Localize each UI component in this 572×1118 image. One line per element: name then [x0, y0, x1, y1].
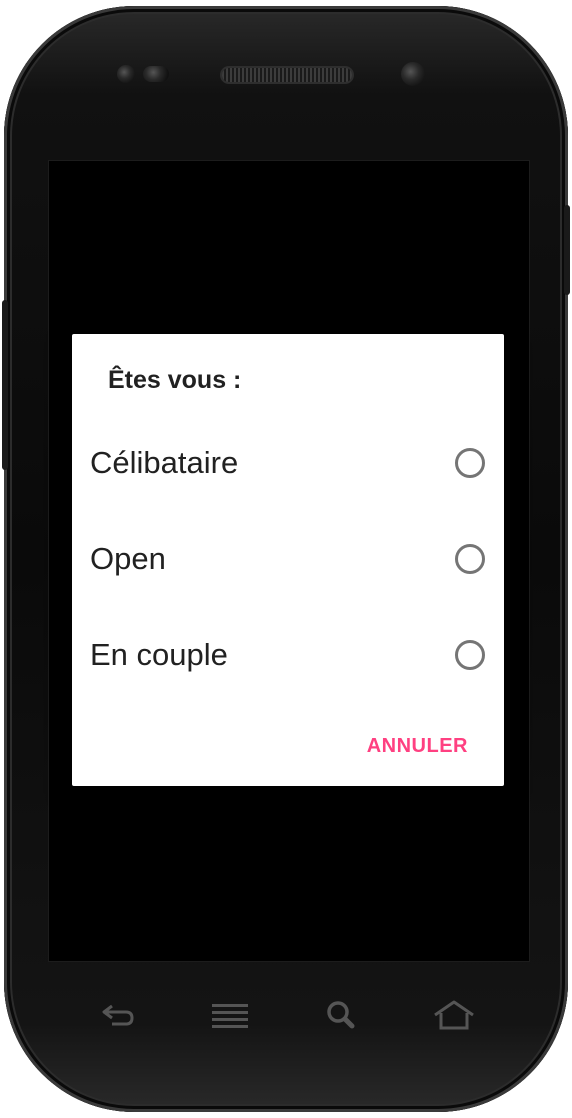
volume-button: [2, 300, 8, 470]
back-icon: [102, 1004, 134, 1026]
earpiece-speaker: [222, 68, 352, 82]
choice-dialog: Êtes vous : Célibataire Open En couple A…: [72, 334, 504, 786]
radio-button[interactable]: [455, 640, 485, 670]
back-key[interactable]: [88, 990, 148, 1040]
front-camera-icon: [401, 62, 425, 86]
option-celibataire[interactable]: Célibataire: [72, 415, 504, 511]
search-key[interactable]: [312, 990, 372, 1040]
radio-button[interactable]: [455, 544, 485, 574]
option-label: Open: [90, 541, 166, 576]
power-button: [564, 205, 570, 295]
option-en-couple[interactable]: En couple: [72, 607, 504, 703]
menu-key[interactable]: [200, 990, 260, 1040]
option-label: En couple: [90, 637, 228, 672]
dialog-title: Êtes vous :: [108, 366, 242, 394]
radio-button[interactable]: [455, 448, 485, 478]
proximity-sensor-icon: [117, 65, 135, 83]
search-icon: [327, 1001, 355, 1029]
cancel-button[interactable]: ANNULER: [351, 726, 484, 766]
home-key[interactable]: [424, 990, 484, 1040]
light-sensor-icon: [143, 66, 169, 82]
option-label: Célibataire: [90, 445, 239, 480]
option-open[interactable]: Open: [72, 511, 504, 607]
home-icon: [434, 1000, 474, 1030]
menu-icon: [212, 1004, 248, 1028]
